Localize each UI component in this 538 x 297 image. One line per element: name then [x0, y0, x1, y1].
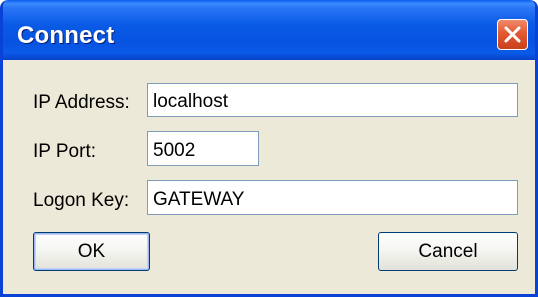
ok-button-label: OK — [77, 240, 106, 262]
ip-address-input[interactable] — [147, 83, 518, 117]
ip-address-label: IP Address: — [33, 92, 130, 113]
ip-port-label: IP Port: — [33, 141, 97, 162]
logon-key-label: Logon Key: — [33, 190, 130, 211]
close-button[interactable] — [497, 19, 528, 50]
ok-button[interactable]: OK — [33, 232, 150, 271]
connect-dialog: Connect IP Address: IP Port: Logon Key: … — [0, 0, 538, 297]
ip-port-input[interactable] — [147, 131, 259, 166]
close-icon — [504, 26, 521, 43]
dialog-title: Connect — [17, 22, 115, 49]
cancel-button[interactable]: Cancel — [378, 232, 518, 271]
logon-key-input[interactable] — [147, 180, 518, 215]
title-bar[interactable]: Connect — [3, 0, 535, 60]
cancel-button-label: Cancel — [418, 240, 478, 262]
